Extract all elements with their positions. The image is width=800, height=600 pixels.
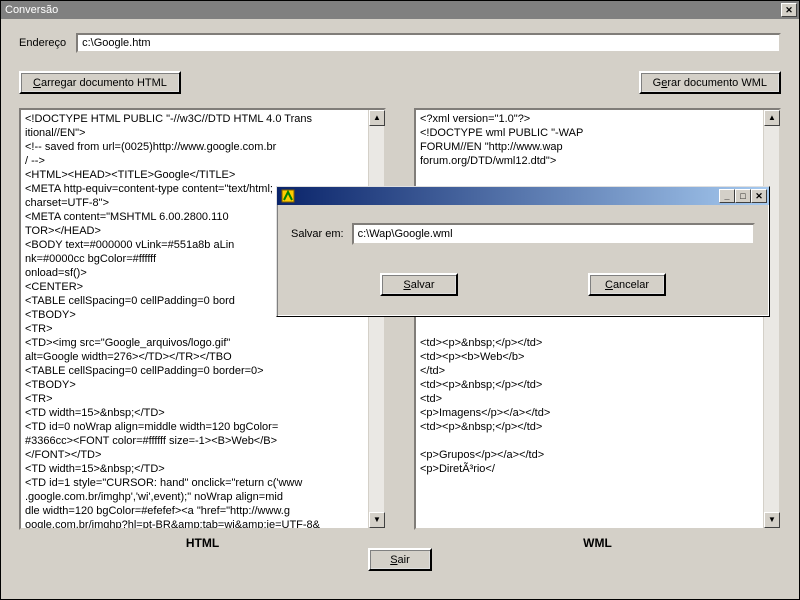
- save-path-input[interactable]: [352, 223, 755, 245]
- scroll-track[interactable]: [764, 126, 779, 512]
- scroll-up-icon[interactable]: ▲: [764, 110, 780, 126]
- scroll-track[interactable]: [369, 126, 384, 512]
- exit-button[interactable]: Sair: [368, 548, 432, 571]
- wml-pane-label: WML: [414, 536, 781, 550]
- app-icon: [281, 189, 295, 203]
- html-pane-label: HTML: [19, 536, 386, 550]
- html-pane: <!DOCTYPE HTML PUBLIC "-//w3C//DTD HTML …: [19, 108, 386, 550]
- load-html-button[interactable]: Carregar documento HTML: [19, 71, 181, 94]
- save-in-label: Salvar em:: [291, 228, 344, 240]
- exit-button-wrap: Sair: [368, 548, 432, 571]
- minimize-icon[interactable]: _: [719, 189, 735, 203]
- html-source-text: <!DOCTYPE HTML PUBLIC "-//w3C//DTD HTML …: [21, 110, 368, 528]
- scroll-down-icon[interactable]: ▼: [764, 512, 780, 528]
- wml-scrollbar[interactable]: ▲ ▼: [763, 110, 779, 528]
- save-button[interactable]: Salvar: [380, 273, 458, 296]
- dialog-body: Salvar em: Salvar Cancelar: [277, 205, 769, 316]
- scroll-up-icon[interactable]: ▲: [369, 110, 385, 126]
- panes: <!DOCTYPE HTML PUBLIC "-//w3C//DTD HTML …: [19, 108, 781, 550]
- maximize-icon[interactable]: □: [735, 189, 751, 203]
- close-icon[interactable]: ✕: [781, 3, 797, 17]
- toolbar-row: Carregar documento HTML Gerar documento …: [19, 71, 781, 94]
- save-path-row: Salvar em:: [291, 223, 755, 245]
- address-label: Endereço: [19, 37, 66, 49]
- dialog-window-controls: _ □ ✕: [719, 189, 767, 203]
- wml-listbox[interactable]: <?xml version="1.0"?> <!DOCTYPE wml PUBL…: [414, 108, 781, 530]
- main-titlebar: Conversão ✕: [1, 1, 799, 19]
- html-scrollbar[interactable]: ▲ ▼: [368, 110, 384, 528]
- load-html-label: Carregar documento HTML: [33, 77, 167, 89]
- wml-source-text: <?xml version="1.0"?> <!DOCTYPE wml PUBL…: [416, 110, 763, 528]
- dialog-titlebar: _ □ ✕: [277, 187, 769, 205]
- scroll-down-icon[interactable]: ▼: [369, 512, 385, 528]
- html-listbox[interactable]: <!DOCTYPE HTML PUBLIC "-//w3C//DTD HTML …: [19, 108, 386, 530]
- wml-pane: <?xml version="1.0"?> <!DOCTYPE wml PUBL…: [414, 108, 781, 550]
- cancel-button[interactable]: Cancelar: [588, 273, 666, 296]
- dialog-buttons: Salvar Cancelar: [291, 273, 755, 300]
- close-icon[interactable]: ✕: [751, 189, 767, 203]
- address-row: Endereço: [19, 33, 781, 53]
- address-input[interactable]: [76, 33, 781, 53]
- save-dialog: _ □ ✕ Salvar em: Salvar Cancelar: [276, 186, 770, 317]
- generate-wml-button[interactable]: Gerar documento WML: [639, 71, 781, 94]
- window-title: Conversão: [5, 4, 58, 16]
